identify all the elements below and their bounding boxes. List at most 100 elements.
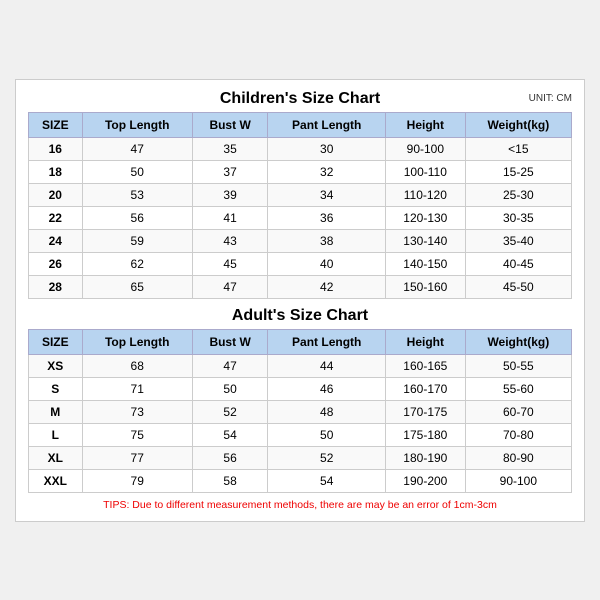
table-cell: 40 bbox=[268, 252, 386, 275]
table-cell: 50-55 bbox=[465, 354, 571, 377]
table-cell: 20 bbox=[29, 183, 83, 206]
table-cell: 32 bbox=[268, 160, 386, 183]
table-cell: 79 bbox=[82, 469, 192, 492]
children-header-row: SIZE Top Length Bust W Pant Length Heigh… bbox=[29, 112, 572, 137]
table-cell: 35 bbox=[192, 137, 268, 160]
table-cell: 62 bbox=[82, 252, 192, 275]
table-cell: 39 bbox=[192, 183, 268, 206]
table-cell: 52 bbox=[192, 400, 268, 423]
table-cell: 150-160 bbox=[386, 275, 466, 298]
table-cell: 54 bbox=[192, 423, 268, 446]
table-cell: XXL bbox=[29, 469, 83, 492]
table-cell: 60-70 bbox=[465, 400, 571, 423]
adults-col-bustw: Bust W bbox=[192, 329, 268, 354]
table-cell: L bbox=[29, 423, 83, 446]
table-row: 18503732100-11015-25 bbox=[29, 160, 572, 183]
table-cell: 58 bbox=[192, 469, 268, 492]
table-cell: 41 bbox=[192, 206, 268, 229]
table-cell: 130-140 bbox=[386, 229, 466, 252]
table-cell: 50 bbox=[268, 423, 386, 446]
table-row: 1647353090-100<15 bbox=[29, 137, 572, 160]
table-cell: 52 bbox=[268, 446, 386, 469]
table-cell: 55-60 bbox=[465, 377, 571, 400]
adults-col-height: Height bbox=[386, 329, 466, 354]
table-cell: 73 bbox=[82, 400, 192, 423]
table-cell: 175-180 bbox=[386, 423, 466, 446]
table-cell: 54 bbox=[268, 469, 386, 492]
children-title-row: Children's Size Chart UNIT: CM bbox=[28, 90, 572, 108]
chart-container: Children's Size Chart UNIT: CM SIZE Top … bbox=[15, 79, 585, 522]
adults-header-row: SIZE Top Length Bust W Pant Length Heigh… bbox=[29, 329, 572, 354]
tips-text: TIPS: Due to different measurement metho… bbox=[28, 499, 572, 511]
table-cell: 120-130 bbox=[386, 206, 466, 229]
table-cell: 43 bbox=[192, 229, 268, 252]
table-cell: 36 bbox=[268, 206, 386, 229]
table-cell: 22 bbox=[29, 206, 83, 229]
table-cell: 46 bbox=[268, 377, 386, 400]
table-cell: 26 bbox=[29, 252, 83, 275]
table-cell: 24 bbox=[29, 229, 83, 252]
table-cell: 59 bbox=[82, 229, 192, 252]
adults-col-pantlength: Pant Length bbox=[268, 329, 386, 354]
table-cell: 75 bbox=[82, 423, 192, 446]
table-cell: 140-150 bbox=[386, 252, 466, 275]
table-cell: 53 bbox=[82, 183, 192, 206]
table-cell: 170-175 bbox=[386, 400, 466, 423]
table-cell: 180-190 bbox=[386, 446, 466, 469]
table-cell: 160-165 bbox=[386, 354, 466, 377]
table-cell: 45-50 bbox=[465, 275, 571, 298]
children-col-pantlength: Pant Length bbox=[268, 112, 386, 137]
adults-table: SIZE Top Length Bust W Pant Length Heigh… bbox=[28, 329, 572, 493]
table-cell: 30-35 bbox=[465, 206, 571, 229]
table-cell: 68 bbox=[82, 354, 192, 377]
children-title: Children's Size Chart bbox=[220, 90, 380, 108]
table-cell: 50 bbox=[192, 377, 268, 400]
table-cell: 30 bbox=[268, 137, 386, 160]
table-cell: 18 bbox=[29, 160, 83, 183]
children-col-toplength: Top Length bbox=[82, 112, 192, 137]
table-cell: M bbox=[29, 400, 83, 423]
table-row: XS684744160-16550-55 bbox=[29, 354, 572, 377]
table-cell: 71 bbox=[82, 377, 192, 400]
table-cell: 16 bbox=[29, 137, 83, 160]
table-cell: 100-110 bbox=[386, 160, 466, 183]
table-row: 26624540140-15040-45 bbox=[29, 252, 572, 275]
table-cell: 15-25 bbox=[465, 160, 571, 183]
table-cell: 65 bbox=[82, 275, 192, 298]
table-cell: 90-100 bbox=[386, 137, 466, 160]
children-col-bustw: Bust W bbox=[192, 112, 268, 137]
table-cell: 42 bbox=[268, 275, 386, 298]
table-cell: <15 bbox=[465, 137, 571, 160]
table-cell: XS bbox=[29, 354, 83, 377]
table-cell: 47 bbox=[82, 137, 192, 160]
table-cell: 35-40 bbox=[465, 229, 571, 252]
table-cell: 25-30 bbox=[465, 183, 571, 206]
adults-title: Adult's Size Chart bbox=[232, 307, 368, 325]
table-cell: 190-200 bbox=[386, 469, 466, 492]
children-table: SIZE Top Length Bust W Pant Length Heigh… bbox=[28, 112, 572, 299]
unit-label: UNIT: CM bbox=[529, 93, 572, 104]
table-cell: 37 bbox=[192, 160, 268, 183]
table-cell: 47 bbox=[192, 354, 268, 377]
table-cell: 70-80 bbox=[465, 423, 571, 446]
table-cell: 40-45 bbox=[465, 252, 571, 275]
table-cell: 48 bbox=[268, 400, 386, 423]
table-cell: 77 bbox=[82, 446, 192, 469]
table-row: XL775652180-19080-90 bbox=[29, 446, 572, 469]
table-cell: 50 bbox=[82, 160, 192, 183]
table-row: L755450175-18070-80 bbox=[29, 423, 572, 446]
table-row: XXL795854190-20090-100 bbox=[29, 469, 572, 492]
children-col-size: SIZE bbox=[29, 112, 83, 137]
adults-title-row: Adult's Size Chart bbox=[28, 307, 572, 325]
table-cell: 34 bbox=[268, 183, 386, 206]
table-cell: 56 bbox=[192, 446, 268, 469]
adults-col-toplength: Top Length bbox=[82, 329, 192, 354]
table-cell: 28 bbox=[29, 275, 83, 298]
table-row: S715046160-17055-60 bbox=[29, 377, 572, 400]
table-row: M735248170-17560-70 bbox=[29, 400, 572, 423]
table-cell: 45 bbox=[192, 252, 268, 275]
table-cell: 110-120 bbox=[386, 183, 466, 206]
table-cell: 44 bbox=[268, 354, 386, 377]
table-cell: 47 bbox=[192, 275, 268, 298]
adults-col-size: SIZE bbox=[29, 329, 83, 354]
